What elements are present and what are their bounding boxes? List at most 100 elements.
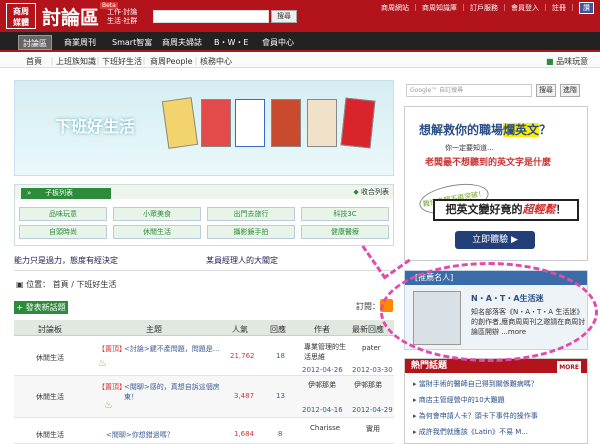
nav-bwe[interactable]: B・W・E — [210, 35, 252, 50]
subboard-health[interactable]: 健康醫療 — [301, 225, 389, 239]
collapse-list-button[interactable]: ◆ 收合列表 — [353, 187, 389, 197]
try-now-button[interactable]: 立即體驗 ▶ — [455, 231, 535, 249]
news-item[interactable]: ▸ 商店主管經營中的10大難題 — [413, 395, 505, 405]
author[interactable]: Charisse — [310, 424, 340, 432]
new-topic-button[interactable]: + 發表新話題 — [14, 301, 68, 314]
nav-couple[interactable]: 商周夫婦誌 — [158, 35, 206, 50]
table-row[interactable]: 休閒生活 【置頂】 <閱聊>感的，真想自訴這個房東！ ♨ 3,487 13 伊邨… — [14, 376, 394, 418]
last-reply-date: 2012-04-29 — [352, 406, 393, 414]
location-breadcrumb: ▣ 位置： 首頁 / 下班好生活 — [16, 280, 117, 289]
breadcrumb-nav: 首頁 ｜ 上班族知識 ｜ 下班好生活 ｜ 商周People ｜ 核務中心 ■ 品… — [0, 54, 600, 68]
headline-link[interactable]: 某員經理人的大關定 — [206, 255, 278, 266]
search-input[interactable] — [153, 10, 269, 23]
subboard-fashion[interactable]: 自頭時尚 — [19, 225, 107, 239]
headline-link[interactable]: 能力只是過力，態度有經決定 — [14, 255, 118, 266]
last-replier[interactable]: 實用 — [366, 424, 380, 434]
search-button[interactable]: 搜尋 — [271, 10, 297, 23]
ad-question: 老闆最不想聽到的英文字是什麼 — [425, 158, 552, 168]
author[interactable]: 專業管理的生活思維 — [304, 342, 352, 362]
more-button[interactable]: MORE — [557, 361, 581, 375]
magazine-cover — [307, 99, 337, 147]
pinned-tag: 【置頂】 — [98, 345, 126, 353]
pinned-tag: 【置頂】 — [98, 383, 126, 391]
topic-table-header: 討論板 主題 人氣 回應 作者 最新回應 — [14, 320, 394, 336]
subboard-taste[interactable]: 品味玩意 — [19, 207, 107, 221]
subboard-leisure[interactable]: 休閒生活 — [113, 225, 201, 239]
double-chevron-icon: » — [27, 189, 32, 197]
news-item[interactable]: ▸ 為何會申請人卡？頭卡下事件的操作事 — [413, 411, 538, 421]
row-board[interactable]: 休閒生活 — [36, 392, 64, 402]
last-replier[interactable]: pater — [362, 344, 381, 352]
popularity: 1,684 — [234, 430, 255, 438]
col-topic: 主題 — [146, 325, 162, 334]
topic-title[interactable]: <閒聊>你想錯過嗎？ — [106, 430, 174, 440]
col-popularity: 人氣 — [232, 325, 248, 334]
subboard-travel[interactable]: 出門去旅行 — [207, 207, 295, 221]
hot-topics-header: 熱門話題 MORE — [405, 359, 587, 375]
magazine-cover — [340, 97, 376, 149]
subboard-photo[interactable]: 攝影鏡手拍 — [207, 225, 295, 239]
link-register[interactable]: 註冊 — [552, 3, 566, 13]
link-login[interactable]: 會員登入 — [511, 3, 539, 13]
link-bw-site[interactable]: 商周網站 — [381, 3, 409, 13]
last-replier[interactable]: 伊邨那弟 — [354, 380, 382, 390]
ad-subline: 你一定要知道... — [445, 144, 494, 152]
featured-celebrity: [推薦名人] N・A・T・A生活迷 知名部落客《N・A・T・A 生活迷》的創作者… — [404, 270, 588, 350]
english-ad[interactable]: 想解救你的職場爛英文？ 你一定要知道... 老闆最不想聽到的英文字是什麼 難怪老… — [404, 106, 588, 261]
google-search-input[interactable]: Google™ 自訂搜尋 — [406, 84, 532, 97]
subboard-header: » 子板列表 ◆ 收合列表 — [15, 185, 393, 199]
main-nav: 討論區 商業周刊 Smart智富 商周夫婦誌 B・W・E 會員中心 — [0, 32, 600, 52]
author-date: 2012-04-26 — [302, 366, 343, 374]
subnav-people[interactable]: 商周People — [150, 56, 193, 67]
news-item[interactable]: ▸ 當財手術的醫師自己得到關係難病嗎？ — [413, 379, 538, 389]
hot-topics: 熱門話題 MORE ▸ 當財手術的醫師自己得到關係難病嗎？ ▸ 商店主管經營中的… — [404, 358, 588, 444]
subboard-tech[interactable]: 科技3C — [301, 207, 389, 221]
link-subscriber[interactable]: 訂戶服務 — [470, 3, 498, 13]
nav-forum[interactable]: 討論區 — [18, 35, 52, 50]
flame-icon: ♨ — [98, 358, 107, 369]
subboard-food[interactable]: 小眾美食 — [113, 207, 201, 221]
advanced-search-button[interactable]: 進階 — [560, 84, 580, 97]
nav-smart[interactable]: Smart智富 — [108, 35, 156, 50]
rss-icon[interactable] — [380, 299, 393, 312]
magazine-cover — [271, 99, 301, 147]
subnav-life[interactable]: 下班好生活 — [102, 56, 142, 67]
divider — [14, 270, 394, 271]
nav-bw[interactable]: 商業周刊 — [60, 35, 100, 50]
celebrity-name[interactable]: N・A・T・A生活迷 — [471, 293, 544, 304]
table-row[interactable]: 休閒生活 <閒聊>你想錯過嗎？ 1,684 8 Charisse 實用 — [14, 418, 394, 444]
popularity: 3,487 — [234, 392, 255, 400]
sidebar-search-button[interactable]: 搜尋 — [536, 84, 556, 97]
subboard-tab[interactable]: » 子板列表 — [21, 188, 111, 199]
link-knowledge[interactable]: 商周知識庫 — [422, 3, 457, 13]
board-banner: 下班好生活 — [14, 80, 394, 176]
subnav-home[interactable]: 首頁 — [26, 56, 42, 67]
facebook-like-button[interactable]: 讚 — [579, 2, 594, 14]
topic-title[interactable]: <閱聊>感的，真想自訴這個房東！ — [124, 382, 224, 402]
author[interactable]: 伊邨那弟 — [308, 380, 336, 390]
nav-member[interactable]: 會員中心 — [258, 35, 298, 50]
table-row[interactable]: 休閒生活 【置頂】 <討論>鍵不產問題，問題是... ♨ 21,762 18 專… — [14, 338, 394, 376]
col-author: 作者 — [314, 325, 330, 334]
row-board[interactable]: 休閒生活 — [36, 430, 64, 440]
topic-title[interactable]: <討論>鍵不產問題，問題是... — [124, 344, 224, 354]
celebrity-avatar[interactable] — [413, 291, 461, 345]
row-board[interactable]: 休閒生活 — [36, 353, 64, 363]
bag-icon: ■ — [546, 57, 554, 66]
celebrity-description: 知名部落客《N・A・T・A 生活迷》的創作者,應商周周刊之邀請在商周討論區開辦 … — [471, 308, 586, 336]
bw-logo[interactable]: 商周 媒體 — [6, 3, 36, 29]
forum-logo[interactable]: 討論區 — [42, 3, 99, 30]
subnav-work[interactable]: 上班族知識 — [56, 56, 96, 67]
author-date: 2012-04-16 — [302, 406, 343, 414]
subnav-taste[interactable]: ■ 品味玩意 — [546, 56, 588, 67]
magazine-cover — [161, 97, 199, 149]
news-item[interactable]: ▸ 成許我們就應該《Latin》不易 M... — [413, 427, 528, 437]
reply-count: 8 — [278, 430, 283, 438]
subboard-list: » 子板列表 ◆ 收合列表 品味玩意 小眾美食 出門去旅行 科技3C 自頭時尚 … — [14, 184, 394, 246]
col-board: 討論板 — [38, 325, 62, 334]
collapse-icon: ◆ — [353, 188, 359, 196]
reply-count: 13 — [276, 392, 285, 400]
ad-headline: 想解救你的職場爛英文？ — [419, 123, 552, 137]
subnav-service[interactable]: 核務中心 — [200, 56, 232, 67]
top-header: 商周 媒體 討論區 Beta 工作‧討論 生活‧社群 搜尋 商周網站｜ 商周知識庫… — [0, 0, 600, 32]
